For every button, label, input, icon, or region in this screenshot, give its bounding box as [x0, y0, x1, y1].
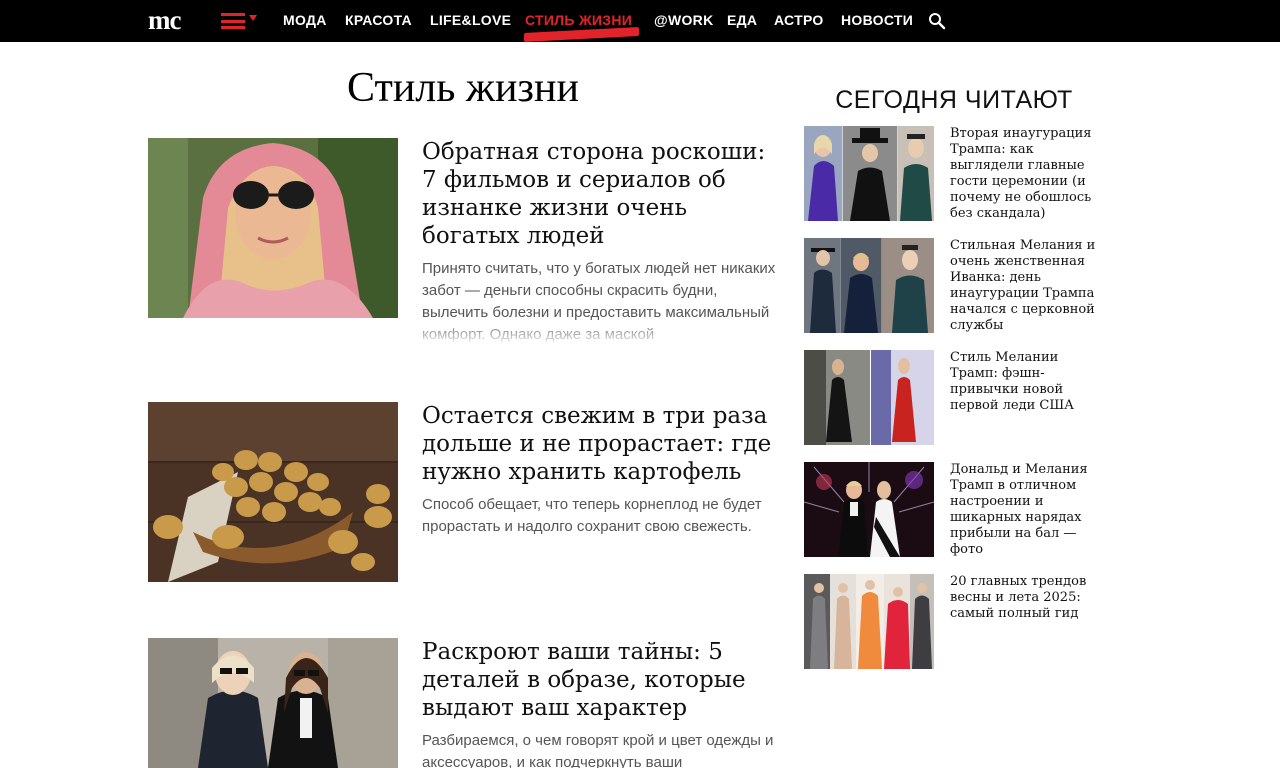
sidebar-item-image[interactable]	[804, 350, 934, 445]
nav-item-life-love[interactable]: LIFE&LOVE	[430, 12, 511, 28]
sidebar-item-title[interactable]: Дональд и Мелания Трамп в отличном настр…	[950, 462, 1106, 558]
article-image[interactable]	[148, 638, 398, 768]
nav-item-news[interactable]: НОВОСТИ	[841, 12, 913, 28]
sidebar-item: 20 главных трендов весны и лета 2025: са…	[804, 574, 1104, 670]
article-headline[interactable]: Обратная сторона роскоши: 7 фильмов и се…	[422, 138, 778, 250]
sidebar-item-title[interactable]: Стильная Мелания и очень женственная Ива…	[950, 238, 1106, 334]
sidebar-item: Стильная Мелания и очень женственная Ива…	[804, 238, 1104, 334]
article-image[interactable]	[148, 138, 398, 318]
sidebar-item-image[interactable]	[804, 574, 934, 669]
article-card: Остается свежим в три раза дольше и не п…	[148, 402, 778, 582]
nav-item-beauty[interactable]: КРАСОТА	[345, 12, 412, 28]
sidebar-item: Вторая инаугурация Трампа: как выглядели…	[804, 126, 1104, 222]
sidebar-title: СЕГОДНЯ ЧИТАЮТ	[835, 86, 1073, 114]
article-headline[interactable]: Раскроют ваши тайны: 5 деталей в образе,…	[422, 638, 778, 722]
site-logo[interactable]: mc	[148, 6, 181, 34]
nav-item-lifestyle[interactable]: СТИЛЬ ЖИЗНИ	[525, 12, 632, 28]
sidebar-item-image[interactable]	[804, 126, 934, 221]
sidebar-item-title[interactable]: Стиль Мелании Трамп: фэшн-привычки новой…	[950, 350, 1106, 414]
nav-item-food[interactable]: ЕДА	[727, 12, 757, 28]
article-lede: Разбираемся, о чем говорят крой и цвет о…	[422, 732, 774, 768]
search-icon[interactable]	[928, 12, 946, 30]
article-card: Обратная сторона роскоши: 7 фильмов и се…	[148, 138, 778, 348]
sidebar-item-image[interactable]	[804, 238, 934, 333]
nav-item-moda[interactable]: МОДА	[283, 12, 327, 28]
article-image[interactable]	[148, 402, 398, 582]
article-lede: Принято считать, что у богатых людей нет…	[422, 260, 776, 343]
sidebar-item-title[interactable]: 20 главных трендов весны и лета 2025: са…	[950, 574, 1106, 622]
top-navigation-bar: mc МОДА КРАСОТА LIFE&LOVE СТИЛЬ ЖИЗНИ @W…	[0, 0, 1280, 42]
article-card: Раскроют ваши тайны: 5 деталей в образе,…	[148, 638, 778, 768]
menu-icon[interactable]	[221, 13, 245, 29]
page-title: Стиль жизни	[347, 65, 579, 111]
chevron-down-icon[interactable]	[249, 15, 257, 21]
sidebar-item-image[interactable]	[804, 462, 934, 557]
article-lede: Способ обещает, что теперь корнеплод не …	[422, 496, 762, 535]
nav-item-astro[interactable]: АСТРО	[774, 12, 824, 28]
nav-item-work[interactable]: @WORK	[654, 12, 713, 28]
sidebar-item-title[interactable]: Вторая инаугурация Трампа: как выглядели…	[950, 126, 1106, 222]
sidebar-item: Стиль Мелании Трамп: фэшн-привычки новой…	[804, 350, 1104, 446]
sidebar-item: Дональд и Мелания Трамп в отличном настр…	[804, 462, 1104, 558]
article-headline[interactable]: Остается свежим в три раза дольше и не п…	[422, 402, 778, 486]
